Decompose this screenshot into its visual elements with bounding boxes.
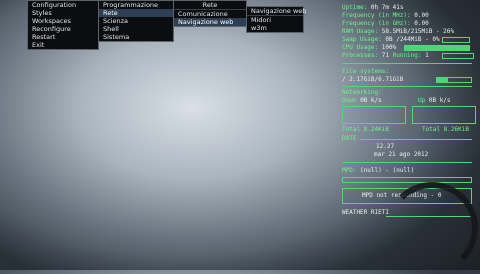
submenu-title-navigazione: Navigazione web xyxy=(247,7,306,16)
freq-ghz-row: Frequency (in GHz): 0.00 xyxy=(342,20,429,27)
processes-value: 71 xyxy=(381,52,389,59)
cpu-value: 100% xyxy=(381,44,397,51)
filesystem-bar-fill xyxy=(437,78,448,82)
up-value: 0B k/s xyxy=(428,97,451,104)
ram-label: RAM Usage: xyxy=(342,28,379,35)
download-graph xyxy=(342,106,406,124)
swap-value: 0B /244MiB - 0% xyxy=(385,36,440,43)
cpu-label: CPU Usage: xyxy=(342,44,379,51)
debian-swirl-logo xyxy=(386,182,478,274)
menu-item-exit[interactable]: Exit xyxy=(28,41,98,49)
down-row: Down 0B k/s xyxy=(342,97,382,104)
processes-bar xyxy=(442,53,474,59)
menu-item-navigazione-web[interactable]: Navigazione web xyxy=(174,18,246,26)
menu-item-workspaces[interactable]: Workspaces xyxy=(28,17,98,25)
rete-submenu: Rete Comunicazione Navigazione web xyxy=(173,0,247,27)
running-value: 1 xyxy=(425,52,429,59)
conky-monitor: Uptime: 0h 7m 41s Frequency (in MHz): 0.… xyxy=(338,0,480,274)
running-label: Running: xyxy=(392,52,422,59)
down-value: 0B k/s xyxy=(360,97,382,104)
menu-item-scienza[interactable]: Scienza xyxy=(99,17,173,25)
networking-label: Networking: xyxy=(342,89,382,96)
menu-item-w3m[interactable]: w3m xyxy=(247,24,303,32)
divider xyxy=(342,63,472,64)
freq-mhz-row: Frequency (in MHz): 0.00 xyxy=(342,12,429,19)
swap-row: Swap Usage: 0B /244MiB - 0% xyxy=(342,36,440,43)
uptime-value: 0h 7m 41s xyxy=(370,4,404,11)
mpd-progress-bar xyxy=(342,177,472,183)
menu-item-programmazione[interactable]: Programmazione xyxy=(99,1,173,9)
clock-date: mar 21 ago 2012 xyxy=(374,151,429,158)
clock-time: 12.27 xyxy=(376,143,395,150)
menu-item-rete[interactable]: Rete xyxy=(99,9,173,17)
ram-value: 58.5MiB/215MiB - 26% xyxy=(381,28,454,35)
menu-item-shell[interactable]: Shell xyxy=(99,25,173,33)
total-down: Total 8.24KiB xyxy=(342,126,389,133)
mpd-label: MPD: xyxy=(342,167,357,174)
processes-row: Processes: 71 Running: 1 xyxy=(342,52,429,59)
applications-submenu: Programmazione Rete Scienza Shell Sistem… xyxy=(98,0,174,42)
processes-label: Processes: xyxy=(342,52,379,59)
swap-label: Swap Usage: xyxy=(342,36,382,43)
divider xyxy=(342,162,472,163)
upload-graph xyxy=(412,106,476,124)
menu-item-sistema[interactable]: Sistema xyxy=(99,33,173,41)
divider xyxy=(342,86,472,87)
menu-item-midori[interactable]: Midori xyxy=(247,16,303,24)
filesystems-label: File systems: xyxy=(342,68,389,75)
navigazione-submenu: Navigazione web Midori w3m xyxy=(246,6,306,33)
freq-mhz-label: Frequency (in MHz): xyxy=(342,12,411,19)
menu-item-styles[interactable]: Styles xyxy=(28,9,98,17)
swap-bar xyxy=(442,37,470,43)
root-menu: Configuration Styles Workspaces Reconfig… xyxy=(27,0,99,50)
ram-row: RAM Usage: 58.5MiB/215MiB - 26% xyxy=(342,28,454,35)
down-label: Down xyxy=(342,97,357,104)
cpu-bar-fill xyxy=(405,46,469,50)
filesystem-bar xyxy=(436,77,472,83)
freq-ghz-label: Frequency (in GHz): xyxy=(342,20,411,27)
menu-item-comunicazione[interactable]: Comunicazione xyxy=(174,10,246,18)
weather-label: WEATHER RIETI xyxy=(342,209,389,216)
up-row: Up 0B k/s xyxy=(418,97,451,104)
uptime-row: Uptime: 0h 7m 41s xyxy=(342,4,403,11)
date-label: DATE xyxy=(342,135,357,142)
mpd-row: MPD: (null) - (null) xyxy=(342,167,414,174)
mpd-value: (null) - (null) xyxy=(360,167,415,174)
menu-item-restart[interactable]: Restart xyxy=(28,33,98,41)
uptime-label: Uptime: xyxy=(342,4,368,11)
cpu-bar xyxy=(404,45,470,51)
up-label: Up xyxy=(418,97,426,104)
total-up: Total 8.26KiB xyxy=(422,126,469,133)
menu-item-reconfigure[interactable]: Reconfigure xyxy=(28,25,98,33)
divider xyxy=(360,139,472,140)
freq-mhz-value: 0.00 xyxy=(414,12,429,19)
submenu-title-rete: Rete xyxy=(174,1,246,10)
cpu-row: CPU Usage: 100% xyxy=(342,44,396,51)
freq-ghz-value: 0.00 xyxy=(414,20,429,27)
filesystems-value: / 2.17GiB/6.71GiB xyxy=(342,76,404,83)
menu-item-configuration[interactable]: Configuration xyxy=(28,1,98,9)
